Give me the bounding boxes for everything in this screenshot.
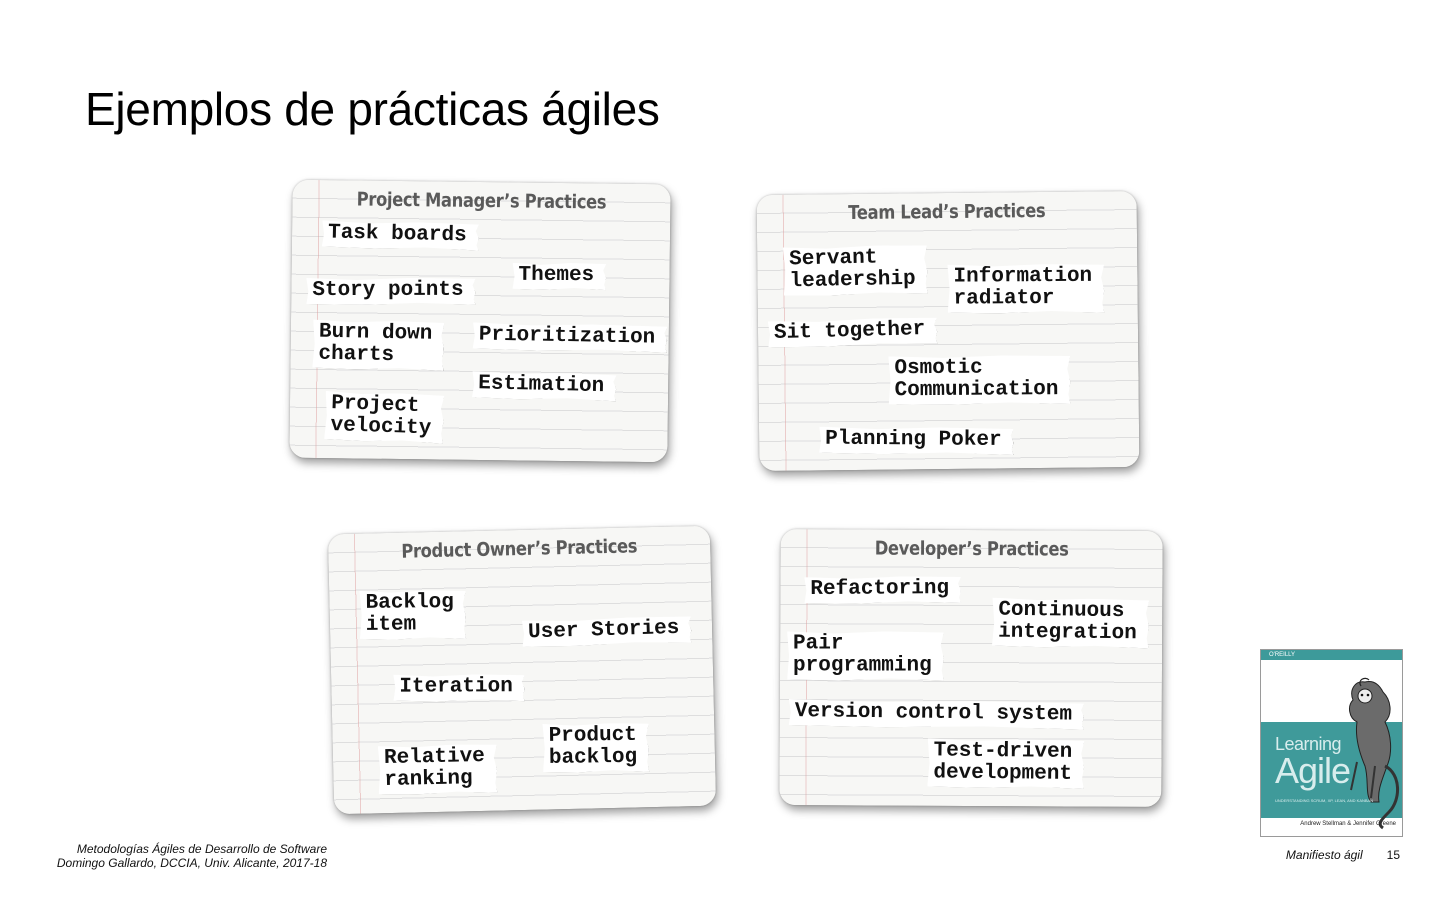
practice-tag: Test-driven development [927,738,1084,789]
book-title-line2: Agile [1275,750,1351,791]
practice-tag: Product backlog [542,723,649,773]
card-developer-practices: Developer’s Practices Refactoring Contin… [779,529,1163,807]
practice-tag: Osmotic Communication [888,355,1070,405]
footer-section-info: Manifiesto ágil 15 [1286,848,1400,862]
footer-section-name: Manifiesto ágil [1285,848,1363,862]
footer-course-info: Metodologías Ágiles de Desarrollo de Sof… [55,842,327,870]
practice-tag: Task boards [322,220,479,250]
practice-tag: Refactoring [804,576,961,604]
practice-tag: Relative ranking [378,744,498,795]
practice-tag: Backlog item [360,590,467,640]
slide-title: Ejemplos de prácticas ágiles [85,83,660,135]
practice-tag: Burn down charts [312,320,444,372]
practice-tag: Estimation [472,371,617,401]
practice-tag: Pair programming [787,631,944,680]
practice-tag: Sit together [768,317,938,348]
card-title: Project Manager’s Practices [356,188,607,214]
practice-tag: Themes [513,263,607,290]
footer-course-line2: Domingo Gallardo, DCCIA, Univ. Alicante,… [56,856,327,870]
card-product-owner-practices: Product Owner’s Practices Backlog item U… [327,525,717,815]
book-subtitle: UNDERSTANDING SCRUM, XP, LEAN, AND KANBA… [1275,798,1374,803]
practice-tag: Continuous integration [992,598,1149,649]
book-authors: Andrew Stellman & Jennifer Greene [1300,821,1396,827]
practice-tag: Planning Poker [819,427,1014,455]
practice-tag: Story points [306,278,475,305]
practice-tag: Version control system [789,699,1085,730]
practice-tag: Prioritization [473,322,668,352]
practice-tag: Information radiator [947,264,1104,314]
card-title: Team Lead’s Practices [848,199,1046,225]
page-number: 15 [1386,848,1400,862]
monkey-illustration-icon [1349,677,1399,830]
practice-tag: Project velocity [324,391,444,444]
practice-tag: Iteration [393,674,525,701]
card-project-manager-practices: Project Manager’s Practices Task boards … [289,179,671,463]
practice-tag: Servant leadership [783,244,928,296]
footer-course-line1: Metodologías Ágiles de Desarrollo de Sof… [76,842,327,856]
card-team-lead-practices: Team Lead’s Practices Servant leadership… [756,191,1140,471]
practice-tag: User Stories [522,616,692,648]
book-publisher: O'REILLY [1269,652,1296,658]
card-title: Developer’s Practices [874,537,1069,561]
book-cover: O'REILLY Learning Agile UNDERSTANDING SC… [1260,649,1403,837]
card-title: Product Owner’s Practices [401,535,638,563]
